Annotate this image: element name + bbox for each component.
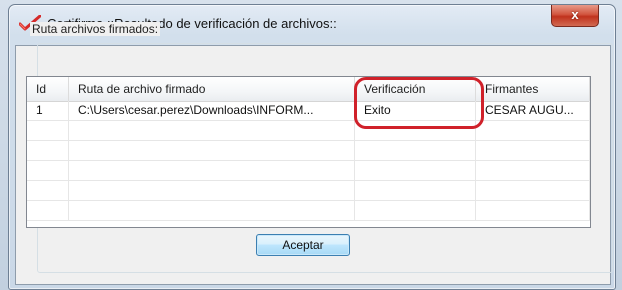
close-button[interactable]: x: [551, 5, 599, 27]
empty-cell: [355, 181, 476, 200]
empty-table-row: [27, 181, 590, 201]
cell-verification: Exito: [355, 101, 476, 120]
empty-cell: [476, 121, 590, 140]
empty-table-row: [27, 141, 590, 161]
column-header-path[interactable]: Ruta de archivo firmado: [69, 77, 355, 101]
empty-cell: [476, 201, 590, 220]
empty-cell: [69, 161, 355, 180]
empty-table-row: [27, 201, 590, 221]
empty-cell: [355, 141, 476, 160]
cell-signers: CESAR AUGU...: [476, 101, 590, 120]
empty-table-row: [27, 121, 590, 141]
empty-cell: [355, 201, 476, 220]
empty-cell: [27, 181, 69, 200]
column-header-signers[interactable]: Firmantes: [476, 77, 590, 101]
empty-cell: [27, 141, 69, 160]
column-header-verification[interactable]: Verificación: [355, 77, 476, 101]
empty-cell: [27, 121, 69, 140]
empty-cell: [69, 201, 355, 220]
empty-cell: [69, 181, 355, 200]
empty-cell: [355, 121, 476, 140]
empty-cell: [476, 141, 590, 160]
results-table[interactable]: Id Ruta de archivo firmado Verificación …: [26, 76, 591, 228]
empty-cell: [69, 121, 355, 140]
empty-cell: [27, 201, 69, 220]
empty-cell: [355, 161, 476, 180]
table-row[interactable]: 1 C:\Users\cesar.perez\Downloads\INFORM.…: [27, 101, 590, 121]
empty-table-row: [27, 161, 590, 181]
groupbox-label: Ruta archivos firmados:: [30, 22, 161, 36]
cell-id: 1: [27, 101, 69, 120]
empty-cell: [69, 141, 355, 160]
empty-cell: [476, 181, 590, 200]
table-header: Id Ruta de archivo firmado Verificación …: [27, 77, 590, 102]
close-icon: x: [571, 7, 579, 22]
accept-button[interactable]: Aceptar: [256, 234, 350, 256]
column-header-id[interactable]: Id: [27, 77, 69, 101]
empty-cell: [27, 161, 69, 180]
empty-cell: [476, 161, 590, 180]
cell-file-path: C:\Users\cesar.perez\Downloads\INFORM...: [69, 101, 355, 120]
